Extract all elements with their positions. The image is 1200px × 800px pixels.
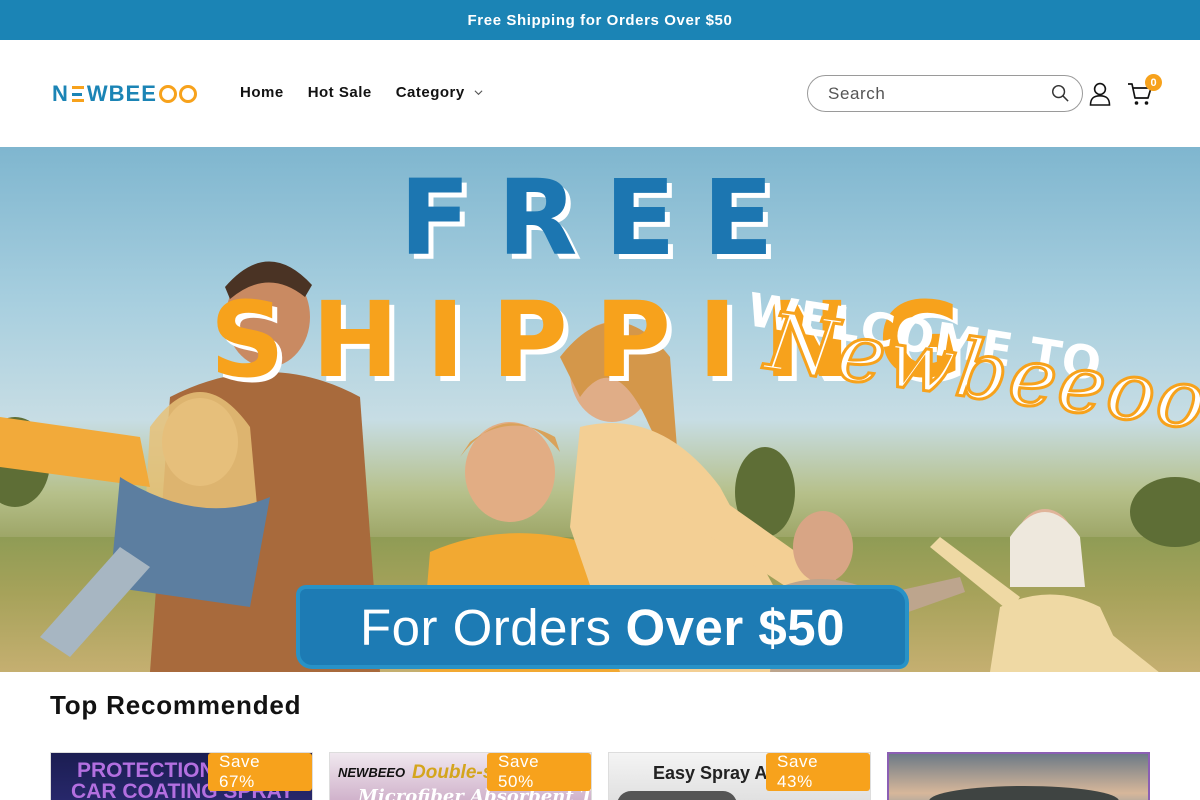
account-icon[interactable]	[1088, 82, 1112, 106]
chevron-down-icon	[474, 90, 483, 96]
product-image-text: Double-si	[412, 762, 499, 783]
search-input[interactable]	[828, 83, 1051, 104]
nav-home[interactable]: Home	[240, 84, 284, 101]
brand-logo[interactable]: N WBEE	[52, 81, 197, 106]
search-icon[interactable]	[1051, 84, 1070, 103]
cart-count-badge: 0	[1145, 74, 1162, 91]
logo-letter-n: N	[52, 81, 69, 106]
search-bar	[807, 75, 1083, 112]
product-image-text: NEWBEEO	[338, 765, 406, 780]
logo-o-ring	[158, 85, 177, 103]
product-card[interactable]: PROTECTION CAR COATING SPRAY Save 67%	[50, 752, 313, 800]
discount-badge: Save 50%	[487, 753, 591, 791]
announcement-bar: Free Shipping for Orders Over $50	[0, 0, 1200, 40]
logo-e-mark	[71, 86, 84, 102]
logo-wordmark: WBEE	[86, 81, 157, 106]
product-card[interactable]: NEWBEEO Double-si Microfiber Absorbent T…	[329, 752, 592, 800]
banner-emphasis: Over $50	[625, 598, 846, 656]
product-image-decoration	[617, 791, 737, 800]
nav-category[interactable]: Category	[396, 84, 483, 101]
banner-prefix: For Orders	[359, 598, 612, 656]
nav-category-label: Category	[395, 84, 465, 101]
hero-banner[interactable]: FREE SHIPPING WELCOME TO Newbeeoo For Or…	[0, 147, 1200, 672]
hero-offer-banner: For Orders Over $50	[300, 589, 905, 665]
hero-title-word-1: FREE	[399, 157, 801, 279]
site-header: N WBEE Home Hot Sale Category Search 0	[0, 40, 1200, 147]
logo-o-ring	[178, 85, 197, 103]
section-title: Top Recommended	[50, 690, 302, 720]
main-nav: Home Hot Sale Category	[240, 84, 483, 101]
nav-hot-sale[interactable]: Hot Sale	[308, 84, 372, 101]
discount-badge: Save 43%	[766, 753, 870, 791]
product-card[interactable]: Easy Spray App Save 43%	[608, 752, 871, 800]
announcement-text: Free Shipping for Orders Over $50	[467, 11, 733, 29]
discount-badge: Save 67%	[208, 753, 312, 791]
product-card[interactable]	[887, 752, 1150, 800]
